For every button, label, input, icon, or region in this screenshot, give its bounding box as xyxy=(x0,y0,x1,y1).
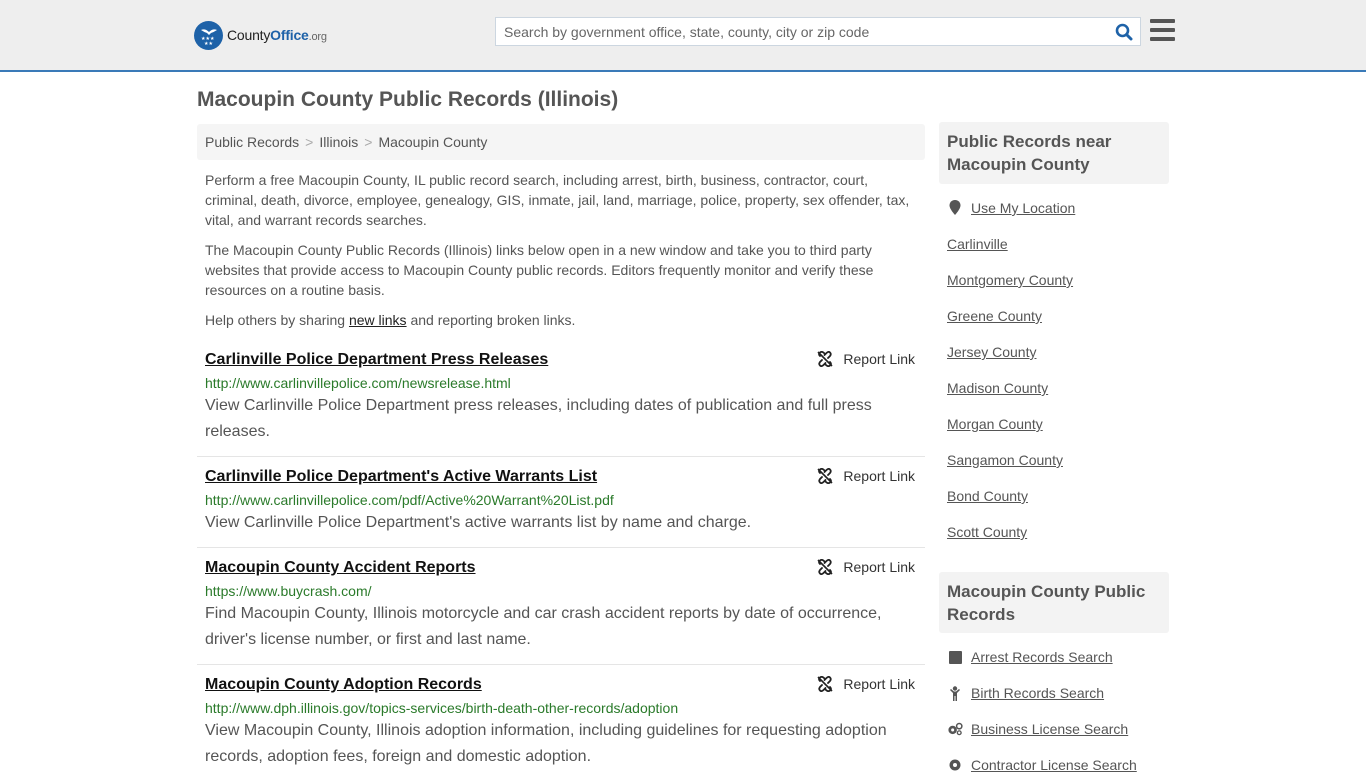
intro-paragraph: Perform a free Macoupin County, IL publi… xyxy=(205,172,910,228)
use-my-location-item: Use My Location xyxy=(947,200,1075,216)
nearby-link-greene-county[interactable]: Greene County xyxy=(947,308,1042,324)
nearby-link-sangamon-county[interactable]: Sangamon County xyxy=(947,452,1063,468)
report-link-button[interactable]: Report Link xyxy=(817,351,915,367)
record-url: https://www.buycrash.com/ xyxy=(205,583,372,599)
nearby-link-bond-county[interactable]: Bond County xyxy=(947,488,1028,504)
search-icon xyxy=(1115,23,1133,40)
broken-link-icon xyxy=(817,351,833,367)
site-logo[interactable]: ★★★ ★★ CountyOffice.org xyxy=(194,20,327,50)
cog-icon xyxy=(947,757,963,773)
nearby-link-montgomery-county[interactable]: Montgomery County xyxy=(947,272,1073,288)
record-title-link[interactable]: Carlinville Police Department Press Rele… xyxy=(205,349,548,371)
business-license-search-link[interactable]: Business License Search xyxy=(971,721,1128,737)
breadcrumb-public-records[interactable]: Public Records xyxy=(205,134,299,150)
record-item: Macoupin County Accident Reports Report … xyxy=(197,557,925,665)
record-title-link[interactable]: Macoupin County Accident Reports xyxy=(205,557,476,579)
record-url: http://www.dph.illinois.gov/topics-servi… xyxy=(205,700,679,716)
broken-link-icon xyxy=(817,559,833,575)
logo-wordmark: CountyOffice.org xyxy=(227,27,327,43)
report-link-button[interactable]: Report Link xyxy=(817,468,915,484)
arrest-records-search-link[interactable]: Arrest Records Search xyxy=(971,649,1113,665)
search-input[interactable] xyxy=(496,18,1108,45)
record-title-link[interactable]: Carlinville Police Department's Active W… xyxy=(205,466,597,488)
map-marker-icon xyxy=(947,200,963,216)
county-records-heading: Macoupin County Public Records xyxy=(939,572,1169,633)
nearby-link-madison-county[interactable]: Madison County xyxy=(947,380,1048,396)
child-icon xyxy=(947,685,963,701)
breadcrumb-separator: > xyxy=(364,134,373,150)
record-description: Find Macoupin County, Illinois motorcycl… xyxy=(205,605,882,648)
disclaimer-paragraph: The Macoupin County Public Records (Illi… xyxy=(205,242,874,298)
breadcrumb-separator: > xyxy=(305,134,314,150)
page-title: Macoupin County Public Records (Illinois… xyxy=(197,88,619,111)
search-bar xyxy=(495,17,1141,46)
record-item: Carlinville Police Department's Active W… xyxy=(197,466,925,548)
new-links-link[interactable]: new links xyxy=(349,312,407,328)
report-link-button[interactable]: Report Link xyxy=(817,676,915,692)
breadcrumb-macoupin-county[interactable]: Macoupin County xyxy=(378,134,487,150)
share-paragraph: Help others by sharing new links and rep… xyxy=(205,312,576,328)
breadcrumb-illinois[interactable]: Illinois xyxy=(319,134,358,150)
record-title-link[interactable]: Macoupin County Adoption Records xyxy=(205,674,482,696)
report-link-button[interactable]: Report Link xyxy=(817,559,915,575)
use-my-location-link[interactable]: Use My Location xyxy=(971,200,1075,216)
site-header: ★★★ ★★ CountyOffice.org xyxy=(0,0,1366,72)
cogs-icon xyxy=(947,721,963,737)
search-button[interactable] xyxy=(1108,18,1140,45)
nearby-link-morgan-county[interactable]: Morgan County xyxy=(947,416,1043,432)
nearby-heading: Public Records near Macoupin County xyxy=(939,122,1169,184)
record-description: View Carlinville Police Department press… xyxy=(205,397,872,440)
hamburger-menu-icon[interactable] xyxy=(1150,19,1175,41)
record-item: Carlinville Police Department Press Rele… xyxy=(197,349,925,457)
broken-link-icon xyxy=(817,676,833,692)
record-url: http://www.carlinvillepolice.com/newsrel… xyxy=(205,375,511,391)
broken-link-icon xyxy=(817,468,833,484)
svg-text:★★: ★★ xyxy=(204,41,213,46)
nearby-link-scott-county[interactable]: Scott County xyxy=(947,524,1027,540)
record-url: http://www.carlinvillepolice.com/pdf/Act… xyxy=(205,492,614,508)
logo-eagle-icon: ★★★ ★★ xyxy=(194,20,223,50)
square-icon xyxy=(947,649,963,665)
contractor-license-search-link[interactable]: Contractor License Search xyxy=(971,757,1137,773)
record-item: Macoupin County Adoption Records Report … xyxy=(197,674,925,774)
record-description: View Carlinville Police Department's act… xyxy=(205,514,752,531)
nearby-link-carlinville[interactable]: Carlinville xyxy=(947,236,1008,252)
record-description: View Macoupin County, Illinois adoption … xyxy=(205,722,887,765)
breadcrumb: Public Records > Illinois > Macoupin County xyxy=(197,124,925,160)
birth-records-search-link[interactable]: Birth Records Search xyxy=(971,685,1104,701)
nearby-link-jersey-county[interactable]: Jersey County xyxy=(947,344,1036,360)
